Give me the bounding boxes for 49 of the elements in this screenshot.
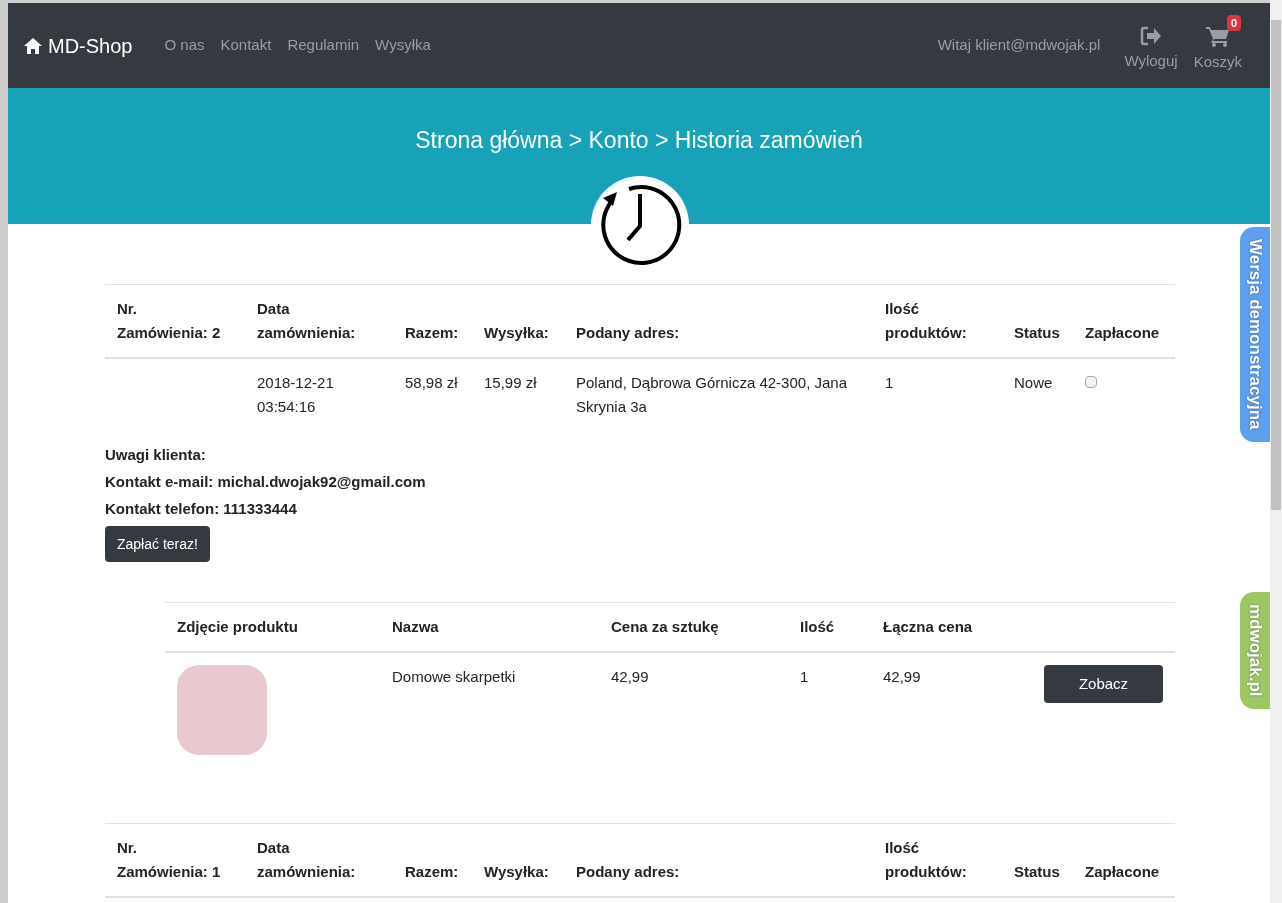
nav-link[interactable]: Wysyłka xyxy=(367,34,439,57)
column-header: Data zamównienia: xyxy=(257,300,356,341)
table-cell: 42,99 xyxy=(611,668,649,685)
breadcrumb-text: Strona główna > Konto > Historia zamówień xyxy=(415,126,863,155)
pay-now-button[interactable]: Zapłać teraz! xyxy=(105,526,210,562)
nav-link[interactable]: O nas xyxy=(156,34,213,57)
side-tab[interactable]: Wersja demonstracyjna xyxy=(1240,227,1270,442)
column-header: Razem: xyxy=(405,863,459,880)
column-header: Podany adres: xyxy=(576,863,680,880)
column-header: Wysyłka: xyxy=(484,324,549,341)
column-header: Data zamównienia: xyxy=(257,839,356,880)
greeting-text: Witaj klient@mdwojak.pl xyxy=(937,35,1101,56)
column-header: Status xyxy=(1014,863,1060,880)
column-header: Podany adres: xyxy=(576,324,680,341)
nav-link[interactable]: Kontakt xyxy=(212,34,280,57)
cart-link[interactable]: Koszyk 0 xyxy=(1185,17,1250,74)
cart-count-badge: 0 xyxy=(1226,15,1241,32)
table-cell: 42,99 xyxy=(883,668,921,685)
column-header: Zapłacone xyxy=(1085,863,1160,880)
column-header: Zapłacone xyxy=(1085,324,1160,341)
table-cell: 15,99 zł xyxy=(484,374,537,391)
column-header: Łączna cena xyxy=(883,618,973,635)
side-tab-label: Wersja demonstracyjna xyxy=(1245,239,1266,430)
brand-link[interactable]: MD-Shop xyxy=(24,30,133,61)
column-header: Cena za sztukę xyxy=(611,618,719,635)
column-header: Razem: xyxy=(405,324,459,341)
column-header: Ilość produktów: xyxy=(885,839,967,880)
column-header: Ilość produktów: xyxy=(885,300,967,341)
column-header: Status xyxy=(1014,324,1060,341)
column-header: Nr. Zamówienia: 2 xyxy=(117,299,222,343)
table-cell: 1 xyxy=(885,374,894,391)
order-note-text: Kontakt e-mail: michal.dwojak92@gmail.com xyxy=(105,472,427,492)
table-cell: 2018-12-21 03:54:16 xyxy=(257,374,334,415)
order-note-text: Kontakt telefon: 111333444 xyxy=(105,499,298,519)
table-cell: Domowe skarpetki xyxy=(392,668,516,685)
side-tab-label: mdwojak.pl xyxy=(1245,604,1266,697)
view-button[interactable]: Zobacz xyxy=(1044,665,1163,703)
table-cell: Poland, Dąbrowa Górnicza 42-300, Jana Skrynia 3a xyxy=(576,374,847,415)
nav-link[interactable]: Regulamin xyxy=(279,34,368,57)
order-note-text: Uwagi klienta: xyxy=(105,445,207,465)
table-cell: Nowe xyxy=(1014,374,1053,391)
table-cell: 58,98 zł xyxy=(405,374,458,391)
logout-link[interactable]: Wyloguj xyxy=(1116,18,1186,73)
column-header: Ilość xyxy=(800,618,835,635)
column-header: Wysyłka: xyxy=(484,863,549,880)
table-cell: 1 xyxy=(800,668,809,685)
column-header: Zdjęcie produktu xyxy=(177,618,298,635)
column-header: Nr. Zamówienia: 1 xyxy=(117,838,222,882)
column-header: Nazwa xyxy=(392,618,439,635)
